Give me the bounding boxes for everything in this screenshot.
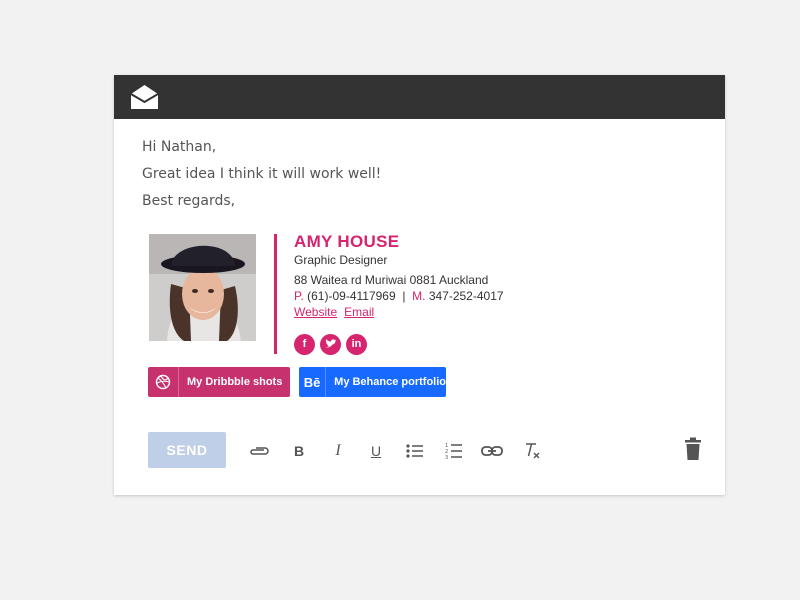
signature-name: AMY HOUSE: [294, 232, 400, 251]
signature-divider: [274, 234, 277, 354]
bold-icon[interactable]: B: [288, 441, 310, 461]
signature-photo: [149, 234, 256, 341]
mobile-label: M.: [412, 289, 426, 303]
italic-icon[interactable]: I: [327, 441, 349, 461]
behance-badge[interactable]: Bē My Behance portfolio: [299, 367, 446, 397]
mobile-number: 347-252-4017: [428, 289, 504, 303]
email-link[interactable]: Email: [344, 305, 374, 319]
svg-text:3: 3: [445, 455, 448, 460]
twitter-icon[interactable]: [320, 334, 341, 355]
signature-links: Website Email: [294, 305, 381, 319]
website-link[interactable]: Website: [294, 305, 337, 319]
facebook-icon[interactable]: f: [294, 334, 315, 355]
behance-icon: Bē: [299, 367, 327, 397]
phone-number: (61)-09-4117969: [307, 289, 396, 303]
trash-icon[interactable]: [682, 437, 704, 461]
phone-label: P.: [294, 289, 304, 303]
dribbble-badge-label: My Dribbble shots: [187, 376, 283, 388]
phone-separator: |: [402, 289, 406, 303]
underline-icon[interactable]: U: [365, 441, 387, 461]
linkedin-icon[interactable]: in: [346, 334, 367, 355]
send-button[interactable]: SEND: [148, 432, 226, 468]
closing-text: Best regards,: [142, 193, 236, 209]
numbered-list-icon[interactable]: 123: [443, 441, 465, 461]
greeting-text: Hi Nathan,: [142, 139, 217, 155]
signature-title: Graphic Designer: [294, 253, 388, 267]
behance-badge-label: My Behance portfolio: [334, 376, 446, 388]
message-text: Great idea I think it will work well!: [142, 166, 382, 182]
email-body[interactable]: Hi Nathan, Great idea I think it will wo…: [114, 119, 725, 495]
title-bar: [114, 75, 725, 119]
bulleted-list-icon[interactable]: [404, 441, 426, 461]
signature-phones: P. (61)-09-4117969 | M. 347-252-4017: [294, 289, 504, 303]
dribbble-icon: [148, 367, 179, 397]
envelope-icon: [130, 85, 159, 109]
clear-format-icon[interactable]: [522, 441, 544, 461]
attach-icon[interactable]: [248, 441, 270, 461]
link-icon[interactable]: [481, 441, 503, 461]
signature-address: 88 Waitea rd Muriwai 0881 Auckland: [294, 273, 489, 287]
email-compose-window: Hi Nathan, Great idea I think it will wo…: [114, 75, 725, 495]
dribbble-badge[interactable]: My Dribbble shots: [148, 367, 290, 397]
